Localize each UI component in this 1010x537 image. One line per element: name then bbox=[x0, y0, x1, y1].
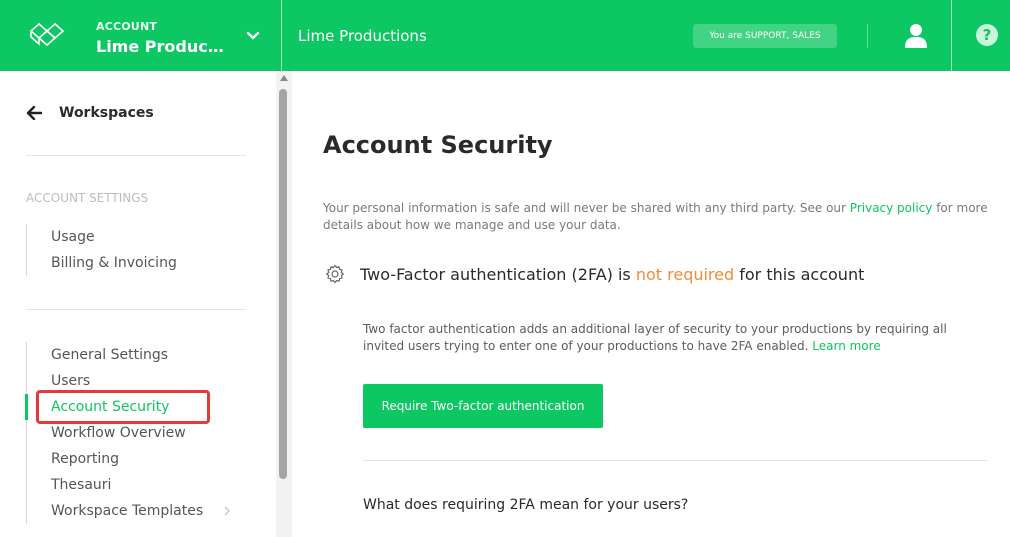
logo-icon bbox=[29, 22, 65, 47]
divider bbox=[26, 309, 246, 310]
page-title: Account Security bbox=[323, 131, 553, 159]
back-to-workspaces-link[interactable]: Workspaces bbox=[26, 105, 154, 121]
scrollbar-thumb[interactable] bbox=[279, 89, 287, 479]
sidebar-item-thesauri[interactable]: Thesauri bbox=[27, 472, 203, 498]
scroll-up-arrow-icon[interactable] bbox=[280, 75, 288, 81]
top-bar: ACCOUNT Lime Productions Lime Production… bbox=[0, 0, 1010, 71]
sidebar-item-label: Workspace Templates bbox=[51, 503, 204, 519]
main-content: Account Security Your personal informati… bbox=[292, 71, 1010, 537]
role-badge: You are SUPPORT, SALES bbox=[693, 24, 837, 48]
user-icon[interactable] bbox=[903, 22, 929, 48]
sidebar-item-general-settings[interactable]: General Settings bbox=[27, 342, 203, 368]
twofa-status-text: Two-Factor authentication (2FA) is not r… bbox=[360, 265, 864, 284]
sidebar-item-workspace-templates[interactable]: Workspace Templates bbox=[27, 498, 231, 524]
sidebar: Workspaces ACCOUNT SETTINGS Usage Billin… bbox=[0, 71, 276, 537]
faq-question[interactable]: What does requiring 2FA mean for your us… bbox=[363, 497, 688, 513]
back-label: Workspaces bbox=[59, 105, 154, 121]
production-title: Lime Productions bbox=[298, 27, 427, 45]
sidebar-item-usage[interactable]: Usage bbox=[27, 224, 177, 250]
divider bbox=[363, 460, 987, 461]
highlight-annotation bbox=[36, 390, 210, 424]
sidebar-scrollbar[interactable] bbox=[276, 71, 292, 537]
account-switcher[interactable]: ACCOUNT Lime Productions bbox=[0, 0, 282, 71]
learn-more-link[interactable]: Learn more bbox=[812, 339, 880, 353]
require-2fa-button[interactable]: Require Two-factor authentication bbox=[363, 384, 603, 428]
chevron-down-icon[interactable] bbox=[246, 29, 260, 43]
privacy-intro: Your personal information is safe and wi… bbox=[323, 200, 993, 234]
menu-group-settings: General Settings Users Account Security … bbox=[24, 342, 231, 524]
twofa-status-value: not required bbox=[635, 264, 735, 284]
intro-text: Your personal information is safe and wi… bbox=[323, 201, 850, 215]
privacy-policy-link[interactable]: Privacy policy bbox=[850, 201, 933, 215]
help-area: ? bbox=[951, 0, 1010, 71]
sidebar-item-billing[interactable]: Billing & Invoicing bbox=[27, 250, 177, 276]
twofa-text-end: for this account bbox=[734, 264, 865, 284]
gear-icon bbox=[325, 264, 345, 284]
sidebar-item-reporting[interactable]: Reporting bbox=[27, 446, 203, 472]
section-heading: ACCOUNT SETTINGS bbox=[26, 191, 149, 205]
divider bbox=[26, 155, 246, 156]
menu-group-billing: Usage Billing & Invoicing bbox=[26, 224, 177, 276]
divider bbox=[867, 24, 868, 48]
twofa-status-row: Two-Factor authentication (2FA) is not r… bbox=[325, 264, 864, 284]
caret-right-icon bbox=[224, 506, 231, 516]
twofa-description: Two factor authentication adds an additi… bbox=[363, 321, 973, 355]
account-label: ACCOUNT bbox=[96, 20, 158, 33]
help-icon[interactable]: ? bbox=[976, 24, 998, 46]
twofa-text-start: Two-Factor authentication (2FA) is bbox=[360, 264, 636, 284]
account-name[interactable]: Lime Productions bbox=[96, 37, 228, 56]
arrow-left-icon bbox=[26, 106, 42, 120]
